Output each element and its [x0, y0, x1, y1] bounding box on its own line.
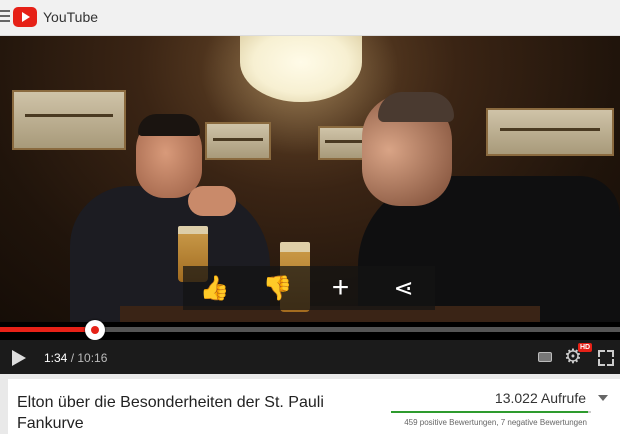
- ratings-text: 459 positive Bewertungen, 7 negative Bew…: [404, 418, 587, 427]
- person-left-hair: [138, 114, 200, 136]
- progress-fill: [0, 327, 95, 332]
- progress-handle[interactable]: [84, 320, 105, 340]
- wall-picture: [205, 122, 271, 160]
- plus-icon[interactable]: +: [309, 266, 372, 310]
- view-count: 13.022 Aufrufe: [494, 390, 586, 406]
- time-separator: /: [67, 351, 78, 365]
- app-title[interactable]: YouTube: [43, 9, 98, 25]
- share-icon[interactable]: ⋖: [372, 266, 435, 310]
- like-ratio-fill: [391, 411, 588, 413]
- like-ratio-bar: [391, 411, 591, 413]
- captions-icon[interactable]: [538, 352, 552, 362]
- video-title: Elton über die Besonderheiten der St. Pa…: [17, 394, 324, 432]
- menu-icon[interactable]: [0, 10, 10, 24]
- person-left-hand: [188, 186, 236, 216]
- video-player[interactable]: 👍 👎 + ⋖ 1:34 / 10:16 ⚙ HD: [0, 36, 620, 374]
- person-right-hair: [378, 92, 454, 122]
- fullscreen-icon[interactable]: [598, 350, 614, 366]
- chevron-down-icon[interactable]: [598, 395, 608, 401]
- current-time: 1:34: [44, 351, 68, 365]
- top-bar: YouTube: [0, 0, 620, 36]
- wall-picture: [12, 90, 126, 150]
- play-icon[interactable]: [12, 350, 26, 366]
- thumbs-down-icon[interactable]: 👎: [246, 266, 309, 310]
- time-display: 1:34 / 10:16: [44, 351, 107, 365]
- hd-badge: HD: [578, 343, 593, 352]
- wall-picture: [486, 108, 614, 156]
- youtube-logo-icon[interactable]: [13, 7, 37, 27]
- player-controls: 1:34 / 10:16 ⚙ HD: [0, 340, 620, 374]
- duration: 10:16: [77, 351, 108, 365]
- video-info-panel: Elton über die Besonderheiten der St. Pa…: [8, 379, 620, 434]
- thumbs-up-icon[interactable]: 👍: [183, 266, 246, 310]
- action-overlay: 👍 👎 + ⋖: [183, 266, 435, 310]
